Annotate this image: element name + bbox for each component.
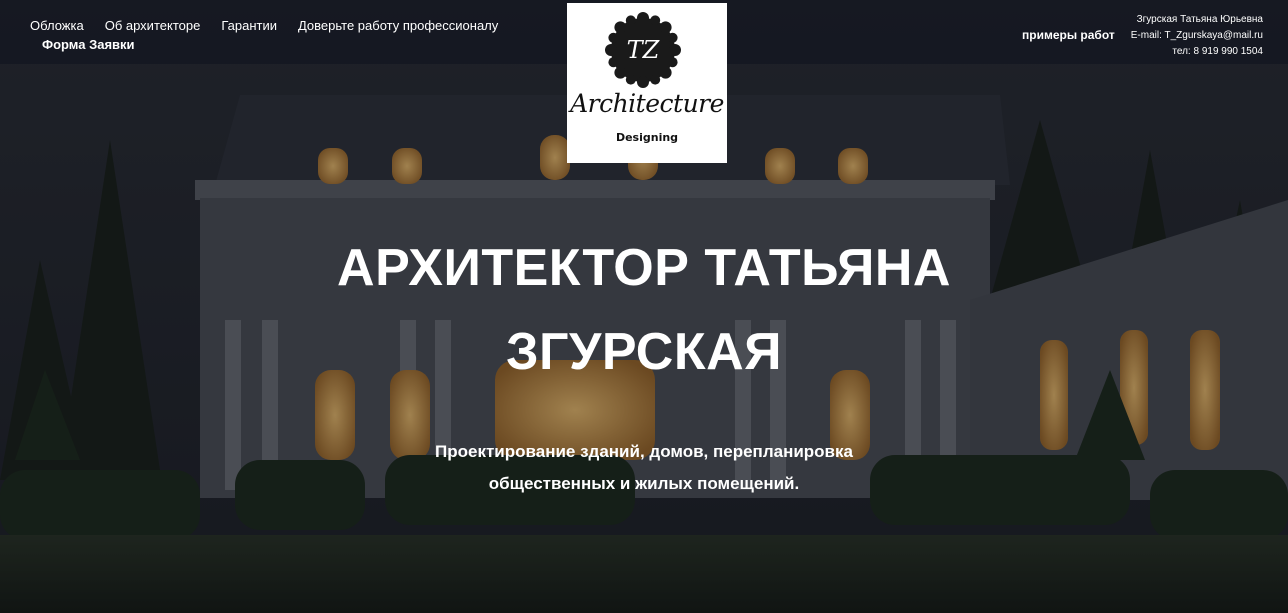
logo-subtitle: Designing: [615, 131, 679, 144]
nav-item-trust[interactable]: Доверьте работу профессионалу: [298, 16, 498, 35]
nav-item-form[interactable]: Форма Заявки: [42, 35, 135, 54]
nav-item-about[interactable]: Об архитекторе: [105, 16, 201, 35]
contact-phone[interactable]: тел: 8 919 990 1504: [1063, 44, 1263, 60]
nav-item-guarantees[interactable]: Гарантии: [221, 16, 277, 35]
logo-seal-icon: TZ: [605, 12, 681, 88]
contact-email[interactable]: E-mail: T_Zgurskaya@mail.ru: [1063, 28, 1263, 44]
logo[interactable]: TZ Architecture Designing: [567, 3, 727, 163]
logo-script: Architecture: [570, 89, 724, 118]
hero-subtitle-line2: общественных и жилых помещений.: [488, 474, 800, 493]
hero-subtitle: Проектирование зданий, домов, перепланир…: [344, 436, 944, 500]
contact-name: Згурская Татьяна Юрьевна: [1136, 14, 1263, 25]
hero-title-line2: ЗГУРСКАЯ: [505, 323, 782, 381]
hero-title: АРХИТЕКТОР ТАТЬЯНА ЗГУРСКАЯ: [244, 226, 1044, 394]
logo-monogram: TZ: [627, 36, 661, 64]
hero-title-line1: АРХИТЕКТОР ТАТЬЯНА: [337, 239, 951, 297]
contacts-block: Згурская Татьяна Юрьевна E-mail: T_Zgurs…: [1063, 12, 1263, 60]
main-nav: Обложка Об архитекторе Гарантии Доверьте ра…: [30, 16, 550, 52]
hero-subtitle-line1: Проектирование зданий, домов, перепланир…: [435, 442, 853, 461]
nav-item-cover[interactable]: Обложка: [30, 16, 84, 35]
